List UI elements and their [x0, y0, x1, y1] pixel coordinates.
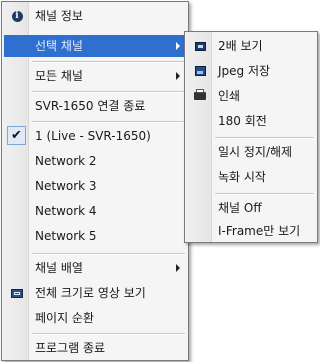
image-save-icon — [193, 64, 207, 78]
context-menu: i 채널 정보 선택 채널 모든 채널 SVR-1650 연결 종료 ✔ 1 (… — [1, 1, 189, 361]
menu-item-save-jpeg[interactable]: Jpeg 저장 — [187, 60, 315, 82]
menu-separator — [215, 193, 314, 195]
zoom-icon — [193, 39, 207, 53]
menu-item-channel-5[interactable]: Network 5 — [4, 225, 186, 247]
menu-separator — [32, 121, 185, 123]
menu-item-channel-3[interactable]: Network 3 — [4, 175, 186, 197]
menu-item-pause-resume[interactable]: 일시 정지/해제 — [187, 141, 315, 163]
menu-item-zoom-2x[interactable]: 2배 보기 — [187, 35, 315, 57]
menu-item-label: 녹화 시작 — [218, 170, 266, 184]
menu-item-iframe-only[interactable]: I-Frame만 보기 — [187, 220, 315, 242]
menu-separator — [32, 253, 185, 255]
menu-item-label: SVR-1650 연결 종료 — [35, 99, 146, 113]
menu-separator — [32, 91, 185, 93]
submenu-arrow-icon — [176, 42, 180, 50]
menu-item-label: 채널 Off — [218, 201, 262, 215]
menu-item-select-channel[interactable]: 선택 채널 — [4, 35, 186, 57]
menu-item-page-cycle[interactable]: 페이지 순환 — [4, 307, 186, 329]
menu-item-label: 일시 정지/해제 — [218, 145, 293, 159]
menu-item-label: Network 5 — [35, 229, 97, 243]
menu-item-label: 페이지 순환 — [35, 311, 95, 325]
menu-item-label: 선택 채널 — [35, 39, 83, 53]
menu-item-exit-program[interactable]: 프로그램 종료 — [4, 337, 186, 359]
menu-item-label: 채널 정보 — [35, 9, 83, 23]
menu-item-label: 프로그램 종료 — [35, 341, 106, 355]
menu-item-fullsize-view[interactable]: 전체 크기로 영상 보기 — [4, 282, 186, 304]
checkmark-icon: ✔ — [7, 126, 26, 145]
menu-item-start-recording[interactable]: 녹화 시작 — [187, 166, 315, 188]
menu-item-label: Network 2 — [35, 154, 97, 168]
submenu-arrow-icon — [176, 264, 180, 272]
submenu-select-channel: 2배 보기 Jpeg 저장 인쇄 180 회전 일시 정지/해제 녹화 시작 채… — [184, 31, 318, 243]
menu-item-label: Network 3 — [35, 179, 97, 193]
menu-item-label: 1 (Live - SVR-1650) — [35, 129, 151, 143]
submenu-arrow-icon — [176, 72, 180, 80]
menu-item-channel-off[interactable]: 채널 Off — [187, 197, 315, 219]
menu-item-label: 180 회전 — [218, 114, 267, 128]
menu-item-label: 인쇄 — [218, 89, 241, 103]
menu-item-channel-1[interactable]: ✔ 1 (Live - SVR-1650) — [4, 125, 186, 147]
menu-separator — [215, 137, 314, 139]
menu-separator — [32, 61, 185, 63]
menu-item-channel-info[interactable]: i 채널 정보 — [4, 5, 186, 27]
menu-item-print[interactable]: 인쇄 — [187, 85, 315, 107]
printer-icon — [193, 89, 207, 103]
menu-item-label: 2배 보기 — [218, 39, 263, 53]
menu-item-label: Network 4 — [35, 204, 97, 218]
menu-item-label: 모든 채널 — [35, 69, 83, 83]
info-icon: i — [10, 9, 24, 23]
menu-item-label: I-Frame만 보기 — [218, 224, 301, 238]
menu-item-label: Jpeg 저장 — [218, 64, 271, 78]
menu-item-label: 채널 배열 — [35, 261, 83, 275]
fullscreen-icon — [10, 286, 24, 300]
menu-item-rotate-180[interactable]: 180 회전 — [187, 110, 315, 132]
menu-item-channel-4[interactable]: Network 4 — [4, 200, 186, 222]
menu-separator — [32, 333, 185, 335]
menu-item-end-connection[interactable]: SVR-1650 연결 종료 — [4, 95, 186, 117]
menu-item-channel-layout[interactable]: 채널 배열 — [4, 257, 186, 279]
menu-item-all-channels[interactable]: 모든 채널 — [4, 65, 186, 87]
menu-item-channel-2[interactable]: Network 2 — [4, 150, 186, 172]
menu-item-label: 전체 크기로 영상 보기 — [35, 286, 146, 300]
